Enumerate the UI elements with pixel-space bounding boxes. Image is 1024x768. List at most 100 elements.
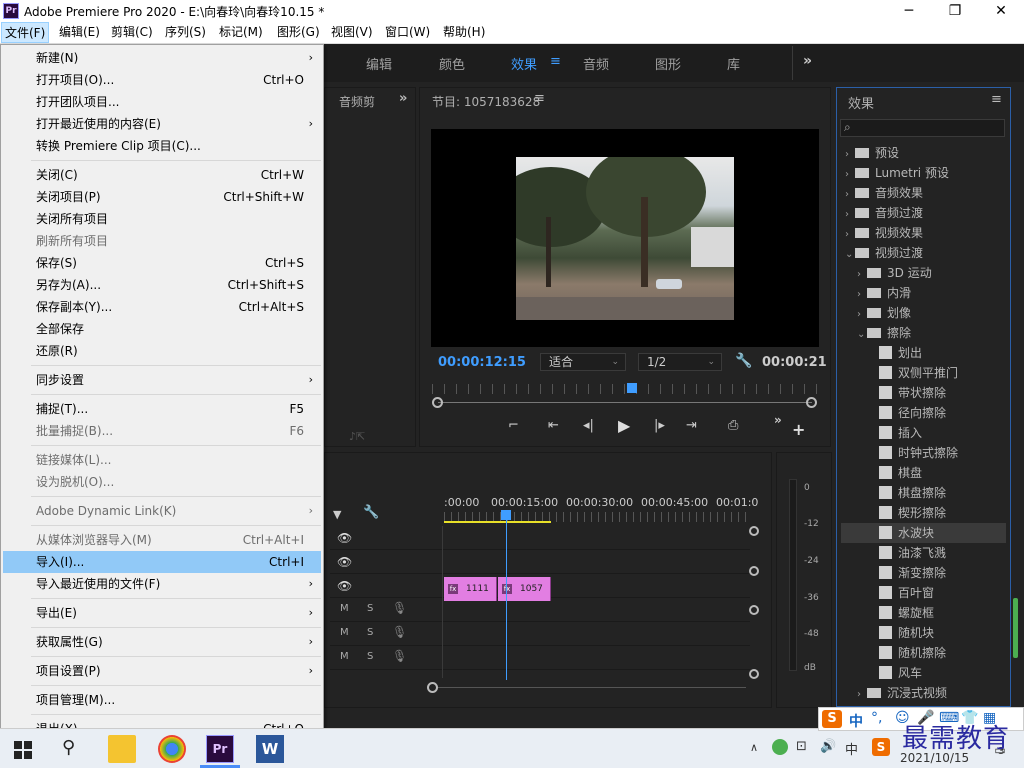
effects-folder[interactable]: › 3D 运动 (841, 263, 1006, 283)
file-menu-item[interactable]: 打开团队项目... (3, 91, 321, 113)
effects-item[interactable]: 随机块 (841, 623, 1006, 643)
volume-icon[interactable]: 🔊 (820, 739, 836, 754)
premiere-taskbar-icon[interactable]: Pr (206, 735, 234, 763)
go-to-in-icon[interactable]: ⇤ (548, 418, 559, 433)
effects-folder[interactable]: › 音频效果 (841, 183, 1006, 203)
audio-track-a3[interactable]: M S 🎙 (330, 646, 750, 670)
menu-graphics[interactable]: 图形(G) (274, 22, 323, 43)
workspace-tab-color[interactable]: 颜色 (439, 54, 465, 73)
ime-mode-indicator[interactable]: 中 (849, 711, 863, 731)
effects-folder[interactable]: › 音频过渡 (841, 203, 1006, 223)
file-menu-item[interactable]: 转换 Premiere Clip 项目(C)... (3, 135, 321, 157)
windows-start-icon[interactable] (14, 741, 32, 759)
search-icon[interactable]: ⚲ (62, 737, 75, 758)
effects-folder[interactable]: ⌄ 擦除 (841, 323, 1006, 343)
menu-view[interactable]: 视图(V) (328, 22, 376, 43)
file-menu-item[interactable]: 新建(N) › (3, 47, 321, 69)
file-menu-item[interactable]: 导入(I)... Ctrl+I (3, 551, 321, 573)
button-editor-plus-icon[interactable]: + (792, 420, 805, 439)
mark-in-icon[interactable]: ⌐ (508, 418, 519, 433)
effects-folder[interactable]: › 视频效果 (841, 223, 1006, 243)
file-menu-item[interactable]: 导入最近使用的文件(F) › (3, 573, 321, 595)
video-track-v2[interactable]: 👁 (330, 550, 750, 574)
effects-scrollbar-thumb[interactable] (1013, 598, 1018, 658)
effects-item[interactable]: 插入 (841, 423, 1006, 443)
workspace-overflow-icon[interactable]: » (803, 53, 812, 69)
effects-item[interactable]: 带状擦除 (841, 383, 1006, 403)
zoom-bar-left-handle[interactable] (432, 397, 443, 408)
workspace-tab-libraries[interactable]: 库 (727, 54, 740, 73)
chevron-right-icon[interactable]: › (857, 265, 867, 285)
chevron-down-icon[interactable]: ⌄ (857, 325, 867, 345)
video-clip[interactable]: fx 1111 (444, 577, 497, 601)
workspace-tab-audio[interactable]: 音频 (583, 54, 609, 73)
workspace-tab-graphics[interactable]: 图形 (655, 54, 681, 73)
overflow-controls-icon[interactable]: » (774, 413, 782, 427)
solo-button[interactable]: S (367, 603, 373, 614)
chevron-right-icon[interactable]: › (857, 685, 867, 705)
menu-clip[interactable]: 剪辑(C) (108, 22, 156, 43)
workspace-tab-edit[interactable]: 编辑 (366, 54, 392, 73)
file-menu-item[interactable]: 项目管理(M)... (3, 689, 321, 711)
tray-ime-indicator[interactable]: 中 (845, 739, 858, 758)
chevron-right-icon[interactable]: › (857, 285, 867, 305)
vertical-scroll-handle[interactable] (749, 566, 759, 576)
fit-zoom-select[interactable]: 适合 ⌄ (540, 353, 626, 371)
file-menu-item[interactable]: 打开最近使用的内容(E) › (3, 113, 321, 135)
mute-button[interactable]: M (340, 603, 349, 614)
file-menu-item[interactable]: 同步设置 › (3, 369, 321, 391)
mute-button[interactable]: M (340, 651, 349, 662)
menu-edit[interactable]: 编辑(E) (56, 22, 103, 43)
file-menu-item[interactable]: 捕捉(T)... F5 (3, 398, 321, 420)
menu-file[interactable]: 文件(F) (1, 22, 50, 43)
file-explorer-icon[interactable] (108, 735, 136, 763)
effects-item[interactable]: 随机擦除 (841, 643, 1006, 663)
file-menu-item[interactable]: 项目设置(P) › (3, 660, 321, 682)
effects-item[interactable]: 油漆飞溅 (841, 543, 1006, 563)
file-menu-item[interactable]: 全部保存 (3, 318, 321, 340)
chevron-right-icon[interactable]: › (845, 185, 855, 205)
chevron-right-icon[interactable]: › (845, 165, 855, 185)
effects-folder[interactable]: › Lumetri 预设 (841, 163, 1006, 183)
effects-folder[interactable]: › 划像 (841, 303, 1006, 323)
file-menu-item[interactable]: 获取属性(G) › (3, 631, 321, 653)
menu-sequence[interactable]: 序列(S) (162, 22, 209, 43)
solo-button[interactable]: S (367, 627, 373, 638)
chevron-right-icon[interactable]: › (845, 225, 855, 245)
file-menu-item[interactable]: 还原(R) (3, 340, 321, 362)
sogou-tray-icon[interactable]: S (872, 738, 890, 756)
play-icon[interactable]: ▶ (618, 416, 630, 435)
effects-item[interactable]: 楔形擦除 (841, 503, 1006, 523)
file-menu-item[interactable]: 打开项目(O)... Ctrl+O (3, 69, 321, 91)
panel-menu-icon[interactable]: ≡ (534, 91, 545, 106)
horizontal-scroll-handle[interactable] (427, 682, 438, 693)
audio-track-a2[interactable]: M S 🎙 (330, 622, 750, 646)
tray-expand-icon[interactable]: ∧ (750, 741, 758, 754)
mute-button[interactable]: M (340, 627, 349, 638)
file-menu-item[interactable]: 关闭(C) Ctrl+W (3, 164, 321, 186)
file-menu-item[interactable]: 关闭所有项目 (3, 208, 321, 230)
monitor-playhead-handle[interactable] (627, 383, 638, 393)
eye-icon[interactable]: 👁 (337, 579, 352, 593)
file-menu-item[interactable]: 另存为(A)... Ctrl+Shift+S (3, 274, 321, 296)
effects-item[interactable]: 划出 (841, 343, 1006, 363)
zoom-bar-right-handle[interactable] (806, 397, 817, 408)
marker-icon[interactable]: ▼ (333, 508, 341, 521)
playback-resolution-select[interactable]: 1/2 ⌄ (638, 353, 722, 371)
panel-menu-icon[interactable]: ≡ (991, 92, 1002, 107)
chevron-right-icon[interactable]: › (845, 205, 855, 225)
effects-item[interactable]: 径向擦除 (841, 403, 1006, 423)
work-area-bar[interactable] (444, 521, 551, 523)
microphone-icon[interactable]: 🎙 (392, 649, 407, 663)
file-menu-item[interactable]: 保存(S) Ctrl+S (3, 252, 321, 274)
effects-item[interactable]: 百叶窗 (841, 583, 1006, 603)
vertical-scroll-handle[interactable] (749, 669, 759, 679)
chevron-down-icon[interactable]: ⌄ (845, 245, 855, 265)
effects-item[interactable]: 双侧平推门 (841, 363, 1006, 383)
vertical-scroll-handle[interactable] (749, 526, 759, 536)
program-monitor-title[interactable]: 节目: 1057183628 (432, 93, 540, 110)
audio-clip-mixer-tab[interactable]: 音频剪 (339, 93, 375, 110)
microphone-icon[interactable]: 🎙 (392, 601, 407, 615)
chevron-right-icon[interactable]: › (845, 145, 855, 165)
step-forward-icon[interactable]: |▸ (654, 418, 665, 433)
